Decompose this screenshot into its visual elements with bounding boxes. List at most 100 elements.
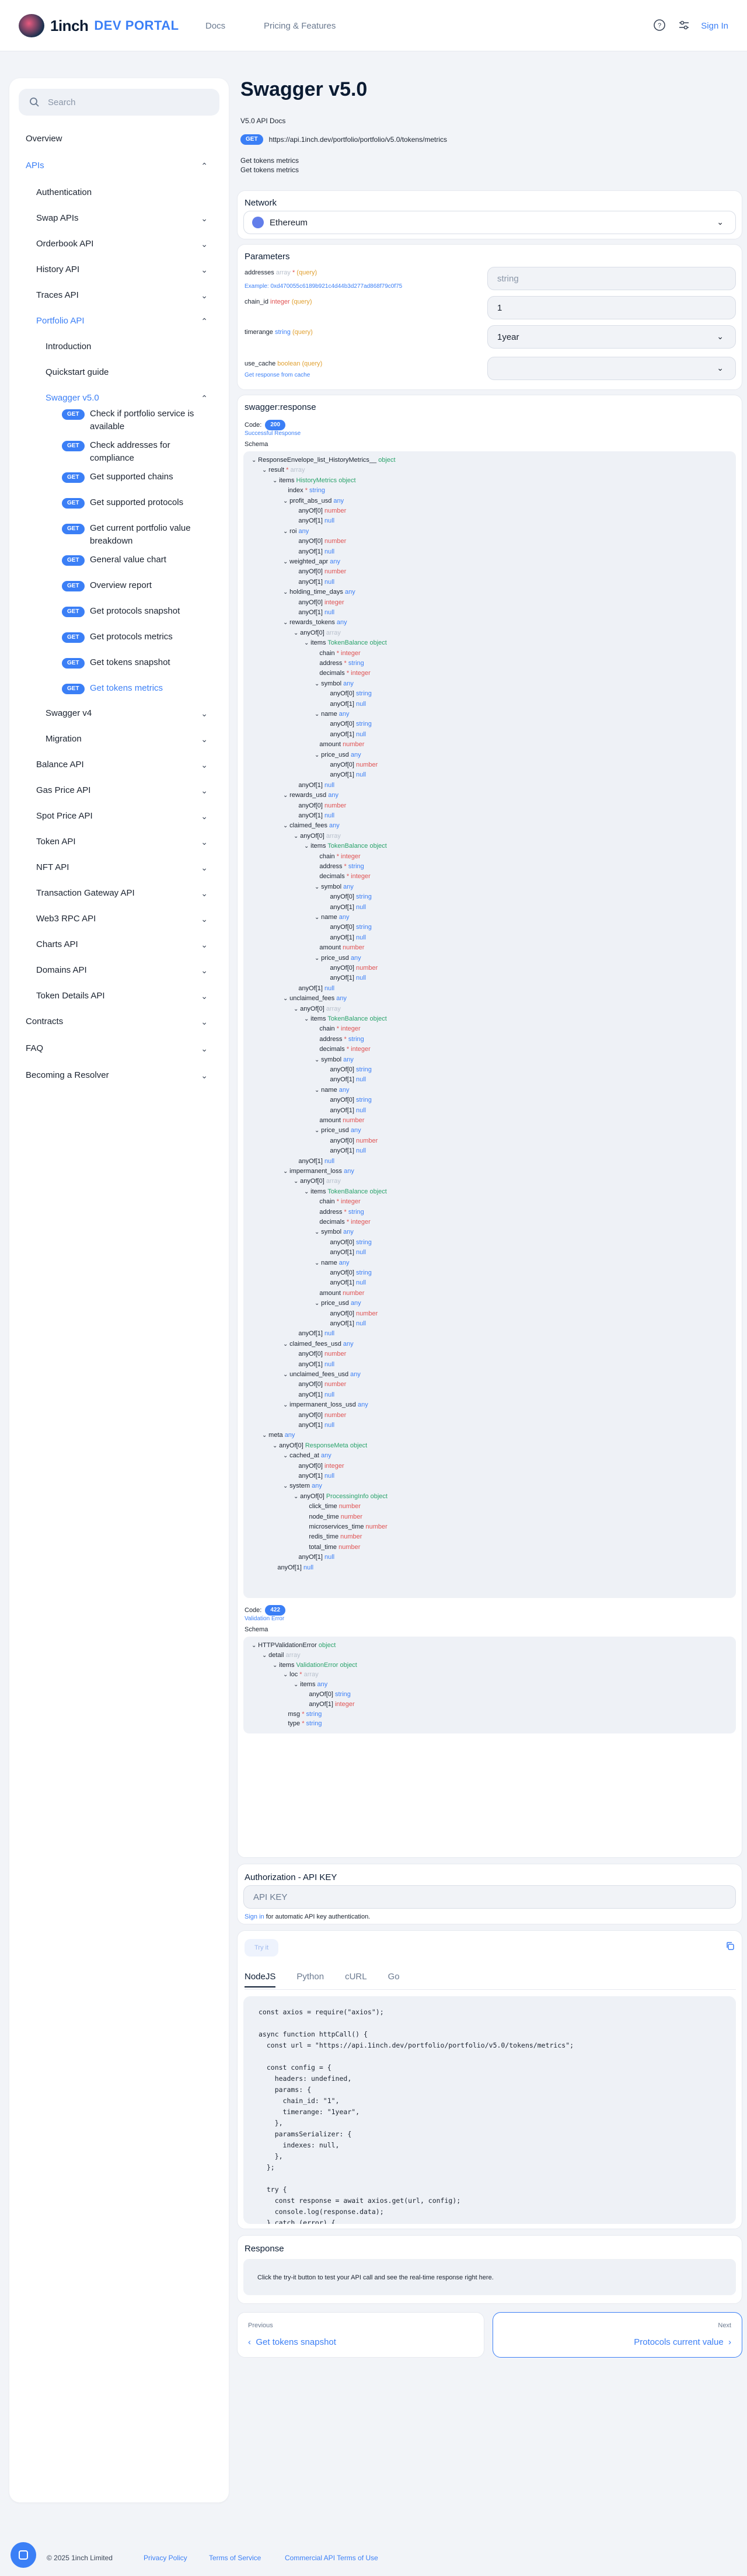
schema-field[interactable]: ⌄ anyOf[0] array	[294, 832, 341, 841]
schema-field[interactable]: address * string	[315, 1208, 364, 1217]
sidebar-item-spot-price[interactable]: Spot Price API ⌄	[36, 810, 229, 822]
auth-signin-link[interactable]: Sign in	[245, 1913, 264, 1920]
endpoint-tokens-snapshot[interactable]: GET Get tokens snapshot	[62, 656, 211, 669]
schema-field[interactable]: ⌄ name any	[315, 710, 350, 719]
schema-field[interactable]: ⌄ items TokenBalance object	[304, 1188, 387, 1196]
nav-pricing[interactable]: Pricing & Features	[264, 21, 336, 31]
sidebar-item-swap[interactable]: Swap APIs ⌄	[36, 213, 229, 224]
schema-field[interactable]: type * string	[283, 1719, 322, 1728]
schema-field[interactable]: anyOf[1] null	[325, 730, 366, 739]
sidebar-item-quickstart[interactable]: Quickstart guide	[46, 367, 265, 378]
schema-field[interactable]: anyOf[0] string	[325, 720, 372, 729]
sidebar-item-swagger-v5[interactable]: Swagger v5.0 ⌃	[46, 392, 229, 404]
schema-field[interactable]: anyOf[0] number	[294, 507, 346, 516]
endpoint-supported-chains[interactable]: GET Get supported chains	[62, 471, 211, 483]
sidebar-item-resolver[interactable]: Becoming a Resolver ⌄	[26, 1070, 229, 1081]
schema-field[interactable]: anyOf[0] number	[325, 761, 378, 770]
schema-field[interactable]: ⌄ name any	[315, 1086, 350, 1095]
schema-field[interactable]: microservices_time number	[304, 1523, 387, 1531]
schema-field[interactable]: chain * integer	[315, 649, 360, 658]
schema-field[interactable]: anyOf[1] null	[325, 1075, 366, 1084]
schema-field[interactable]: anyOf[1] null	[294, 812, 334, 820]
schema-field[interactable]: ⌄ rewards_usd any	[283, 791, 338, 800]
schema-field[interactable]: ⌄ name any	[315, 913, 350, 922]
schema-field[interactable]: anyOf[1] null	[294, 1472, 334, 1481]
schema-field[interactable]: anyOf[0] string	[325, 1269, 372, 1277]
schema-field[interactable]: anyOf[1] null	[294, 984, 334, 993]
schema-field[interactable]: ⌄ result * array	[262, 466, 305, 475]
schema-field[interactable]: ⌄ symbol any	[315, 1228, 354, 1237]
schema-field[interactable]: chain * integer	[315, 852, 360, 861]
schema-field[interactable]: decimals * integer	[315, 669, 370, 678]
sidebar-item-balance[interactable]: Balance API ⌄	[36, 759, 229, 771]
schema-field[interactable]: anyOf[0] number	[325, 1137, 378, 1146]
schema-field[interactable]: decimals * integer	[315, 872, 370, 881]
schema-field[interactable]: anyOf[1] null	[294, 1391, 334, 1400]
schema-field[interactable]: ⌄ cached_at any	[283, 1451, 331, 1460]
schema-field[interactable]: anyOf[0] string	[325, 923, 372, 932]
api-key-input[interactable]: API KEY	[243, 1885, 736, 1909]
sidebar-item-domains[interactable]: Domains API ⌄	[36, 965, 229, 976]
schema-field[interactable]: click_time number	[304, 1502, 361, 1511]
sidebar-item-contracts[interactable]: Contracts ⌄	[26, 1016, 229, 1028]
schema-field[interactable]: anyOf[1] null	[294, 578, 334, 587]
schema-field[interactable]: ⌄ meta any	[262, 1431, 295, 1440]
schema-field[interactable]: ⌄ anyOf[0] array	[294, 1177, 341, 1186]
schema-field[interactable]: amount number	[315, 740, 364, 749]
schema-field[interactable]: msg * string	[283, 1710, 322, 1719]
schema-field[interactable]: ⌄ unclaimed_fees_usd any	[283, 1370, 361, 1379]
schema-field[interactable]: anyOf[1] null	[325, 903, 366, 912]
schema-field[interactable]: amount number	[315, 944, 364, 952]
schema-field[interactable]: anyOf[0] string	[325, 1096, 372, 1105]
sidebar-item-nft[interactable]: NFT API ⌄	[36, 862, 229, 873]
sidebar-item-swagger-v4[interactable]: Swagger v4 ⌄	[46, 708, 229, 719]
schema-field[interactable]: ⌄ holding_time_days any	[283, 588, 355, 597]
schema-field[interactable]: ⌄ weighted_apr any	[283, 558, 340, 566]
endpoint-overview-report[interactable]: GET Overview report	[62, 579, 211, 592]
schema-field[interactable]: anyOf[0] number	[294, 568, 346, 576]
copy-icon[interactable]	[725, 1941, 735, 1952]
sidebar-item-overview[interactable]: Overview	[26, 133, 245, 145]
schema-field[interactable]: ⌄ items any	[294, 1680, 327, 1689]
schema-field[interactable]: ⌄ claimed_fees any	[283, 821, 340, 830]
schema-field[interactable]: ⌄ HTTPValidationError object	[252, 1641, 336, 1650]
help-icon[interactable]: ?	[652, 19, 666, 33]
schema-field[interactable]: anyOf[0] integer	[294, 1462, 344, 1471]
chain-id-input[interactable]: 1	[487, 296, 736, 319]
schema-field[interactable]: ⌄ items TokenBalance object	[304, 1015, 387, 1024]
schema-field[interactable]: ⌄ symbol any	[315, 883, 354, 892]
sidebar-item-migration[interactable]: Migration ⌄	[46, 733, 229, 745]
schema-field[interactable]: anyOf[1] null	[294, 1329, 334, 1338]
schema-field[interactable]: ⌄ profit_abs_usd any	[283, 497, 344, 506]
tab-curl[interactable]: cURL	[345, 1972, 367, 1987]
schema-field[interactable]: ⌄ items TokenBalance object	[304, 842, 387, 851]
schema-field[interactable]: anyOf[0] number	[294, 537, 346, 546]
schema-field[interactable]: anyOf[0] number	[294, 1411, 346, 1420]
schema-field[interactable]: ⌄ symbol any	[315, 680, 354, 688]
endpoint-supported-protocols[interactable]: GET Get supported protocols	[62, 496, 211, 509]
schema-field[interactable]: total_time number	[304, 1543, 360, 1552]
schema-field[interactable]: anyOf[0] number	[325, 1310, 378, 1318]
endpoint-tokens-metrics[interactable]: GET Get tokens metrics	[62, 682, 211, 695]
schema-field[interactable]: ⌄ ResponseEnvelope_list_HistoryMetrics__…	[252, 456, 396, 465]
schema-field[interactable]: anyOf[0] number	[294, 802, 346, 810]
schema-field[interactable]: anyOf[1] null	[294, 1360, 334, 1369]
sidebar-item-token[interactable]: Token API ⌄	[36, 836, 229, 848]
sidebar-item-token-details[interactable]: Token Details API ⌄	[36, 990, 229, 1002]
endpoint-value-breakdown[interactable]: GET Get current portfolio value breakdown	[62, 522, 211, 548]
schema-field[interactable]: anyOf[1] null	[325, 934, 366, 942]
schema-field[interactable]: ⌄ rewards_tokens any	[283, 618, 347, 627]
schema-field[interactable]: anyOf[1] integer	[304, 1700, 354, 1709]
nav-docs[interactable]: Docs	[205, 21, 225, 31]
addresses-input[interactable]: string	[487, 267, 736, 290]
schema-field[interactable]: anyOf[1] null	[294, 548, 334, 556]
schema-field[interactable]: ⌄ price_usd any	[315, 751, 361, 760]
schema-field[interactable]: anyOf[1] null	[325, 700, 366, 709]
schema-field[interactable]: amount number	[315, 1116, 364, 1125]
schema-field[interactable]: ⌄ detail array	[262, 1651, 301, 1660]
schema-field[interactable]: amount number	[315, 1289, 364, 1298]
endpoint-protocols-metrics[interactable]: GET Get protocols metrics	[62, 631, 211, 643]
schema-field[interactable]: anyOf[0] string	[325, 690, 372, 698]
sidebar-item-charts[interactable]: Charts API ⌄	[36, 939, 229, 951]
terms-link[interactable]: Terms of Service	[209, 2554, 261, 2562]
